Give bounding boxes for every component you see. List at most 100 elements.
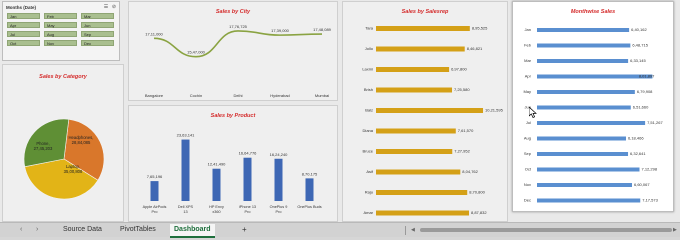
horizontal-scrollbar[interactable] xyxy=(420,228,672,232)
pie-slice-value: 27,45,203 xyxy=(34,146,53,151)
prev-sheet-icon[interactable]: ‹ xyxy=(20,224,22,236)
month-bar xyxy=(537,152,629,156)
city-tick-label: Hyderabad xyxy=(270,93,290,98)
month-tick-label: Feb xyxy=(524,43,532,48)
tab-source-data[interactable]: Source Data xyxy=(59,224,106,236)
month-tick-label: Apr xyxy=(525,74,532,79)
salesrep-tick-label: Tara xyxy=(365,26,374,31)
city-data-label: 17,76,725 xyxy=(229,24,248,29)
slicer-item-apr[interactable]: Apr xyxy=(7,22,40,28)
slicer-item-mar[interactable]: Mar xyxy=(81,13,114,19)
month-tick-label: Nov xyxy=(524,182,531,187)
city-tick-label: Mumbai xyxy=(315,93,329,98)
slicer-item-jun[interactable]: Jun xyxy=(81,22,114,28)
clear-filter-icon[interactable]: ⊘ xyxy=(111,4,117,10)
product-bar xyxy=(243,157,252,201)
month-data-label: 6,51,660 xyxy=(633,105,649,110)
salesrep-data-label: 8,46,821 xyxy=(467,46,483,51)
salesrep-data-label: 8,95,525 xyxy=(472,26,488,31)
slicer-item-jan[interactable]: Jan xyxy=(7,13,40,19)
dashboard-sheet: Months (Date) ☰ ⊘ Jan Feb Mar Apr May Jun Jul A… xyxy=(0,0,680,222)
month-bar xyxy=(537,167,640,172)
product-bar xyxy=(181,139,190,201)
product-data-label: 23,63,141 xyxy=(177,133,196,138)
tab-pivottables[interactable]: PivotTables xyxy=(116,224,160,236)
product-data-label: 16,24,240 xyxy=(270,152,289,157)
sheet-tab-bar: ‹ › Source Data PivotTables Dashboard + … xyxy=(0,222,680,238)
product-tick-label: Pro xyxy=(152,210,158,214)
slicer-item-feb[interactable]: Feb xyxy=(44,13,77,19)
slicer-item-nov[interactable]: Nov xyxy=(44,40,77,46)
city-chart-panel[interactable]: Sales by City 17,11,000 Bangalore 15,47,00… xyxy=(128,1,338,101)
month-bar xyxy=(537,121,646,125)
month-tick-label: May xyxy=(523,89,531,94)
multi-select-icon[interactable]: ☰ xyxy=(103,4,109,10)
slicer-item-sep[interactable]: Sep xyxy=(81,31,114,37)
product-bar xyxy=(212,168,221,201)
product-tick-label: iPhone 13 xyxy=(239,205,256,209)
month-tick-label: Jul xyxy=(526,120,531,125)
salesrep-bar xyxy=(376,190,468,195)
slicer-item-aug[interactable]: Aug xyxy=(44,31,77,37)
salesrep-data-label: 7,27,952 xyxy=(454,149,470,154)
salesrep-bar xyxy=(376,26,470,31)
salesrep-data-label: 8,04,762 xyxy=(462,169,478,174)
month-bar xyxy=(537,28,630,32)
salesrep-bar xyxy=(376,87,453,93)
category-chart-panel[interactable]: Sales by Category Headphones, 28,84,085 La… xyxy=(2,64,124,222)
salesrep-tick-label: Amar xyxy=(363,210,373,215)
month-bar xyxy=(537,183,632,187)
salesrep-tick-label: Bruce xyxy=(363,149,374,154)
salesrep-tick-label: Raju xyxy=(365,190,373,195)
scroll-right-icon[interactable]: ▶ xyxy=(673,224,677,236)
month-tick-label: Mar xyxy=(524,58,532,63)
slicer-item-jul[interactable]: Jul xyxy=(7,31,40,37)
city-data-label: 17,11,000 xyxy=(145,31,163,36)
salesrep-tick-label: Balz xyxy=(365,108,373,113)
tab-dashboard[interactable]: Dashboard xyxy=(170,224,215,238)
city-tick-label: Cochin xyxy=(190,93,202,98)
slicer-item-oct[interactable]: Oct xyxy=(7,40,40,46)
salesrep-data-label: 10,21,595 xyxy=(485,108,504,113)
month-bar xyxy=(537,59,629,63)
tab-scroll-divider xyxy=(405,226,406,235)
month-tick-label: Jan xyxy=(525,27,531,32)
product-tick-label: OnePlus Buds xyxy=(297,205,321,209)
city-data-label: 17,39,000 xyxy=(271,28,290,33)
salesrep-bar xyxy=(376,108,484,113)
slicer-item-dec[interactable]: Dec xyxy=(81,40,114,46)
month-bar xyxy=(537,105,631,110)
month-data-label: 7,12,298 xyxy=(642,167,658,172)
month-data-label: 6,18,466 xyxy=(628,136,644,141)
month-data-label: 8,01,897 xyxy=(639,74,655,79)
month-data-label: 6,40,162 xyxy=(631,27,647,32)
month-tick-label: Oct xyxy=(525,167,532,172)
salesrep-bar xyxy=(376,210,470,216)
months-slicer[interactable]: Months (Date) ☰ ⊘ Jan Feb Mar Apr May Jun Jul A… xyxy=(2,1,120,61)
month-tick-label: Sep xyxy=(524,151,532,156)
slicer-title: Months (Date) xyxy=(6,5,36,10)
month-tick-label: Dec xyxy=(524,198,531,203)
month-bar xyxy=(537,74,653,79)
product-tick-label: Pro xyxy=(276,210,282,214)
month-data-label: 6,33,145 xyxy=(630,58,646,63)
product-tick-label: Pro xyxy=(245,210,251,214)
month-data-label: 7,51,267 xyxy=(647,120,663,125)
salesrep-chart-panel[interactable]: Sales by Salesrep Tara 8,95,525 Jollo 8,46,… xyxy=(342,1,508,222)
product-chart-panel[interactable]: Sales by Product 7,65,196 Apple AirPods Pr… xyxy=(128,105,338,222)
product-tick-label: 13 xyxy=(183,210,187,214)
slicer-item-may[interactable]: May xyxy=(44,22,77,28)
scroll-left-icon[interactable]: ◀ xyxy=(411,224,415,236)
city-tick-label: Bangalore xyxy=(145,93,164,98)
product-data-label: 8,70,175 xyxy=(302,171,318,176)
city-series-line xyxy=(153,30,323,58)
add-sheet-button[interactable]: + xyxy=(238,224,251,236)
city-data-label: 15,47,000 xyxy=(187,50,206,55)
next-sheet-icon[interactable]: › xyxy=(36,224,38,236)
product-bar xyxy=(150,181,159,201)
product-tick-label: OnePlus 9 xyxy=(270,205,288,209)
month-tick-label: Aug xyxy=(524,136,531,141)
month-data-label: 6,79,908 xyxy=(637,89,653,94)
product-data-label: 16,64,776 xyxy=(239,151,258,156)
month-bar xyxy=(537,198,641,203)
